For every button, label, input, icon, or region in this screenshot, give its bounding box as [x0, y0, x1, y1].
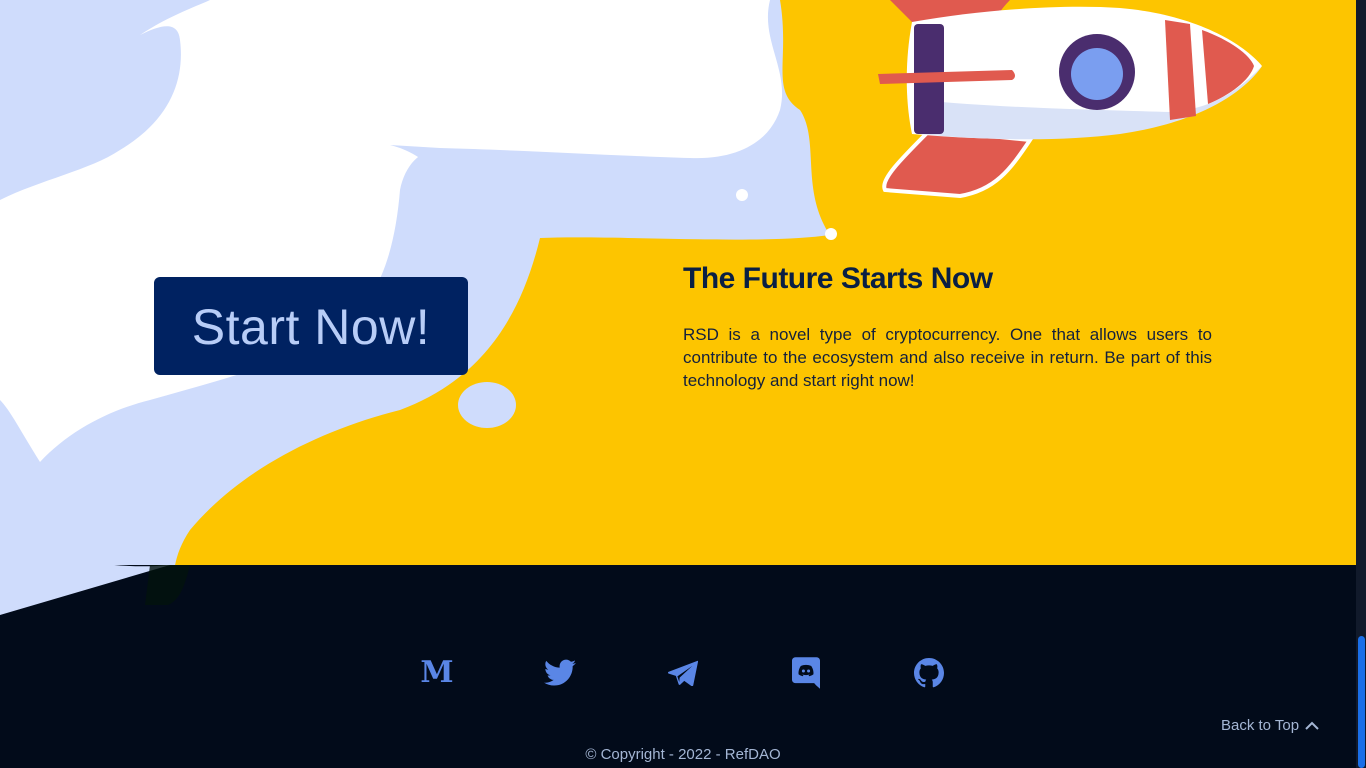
scrollbar[interactable] — [1356, 0, 1366, 768]
hero-title: The Future Starts Now — [683, 262, 993, 295]
smoke-bubble — [458, 382, 516, 428]
hero-section: Start Now! The Future Starts Now RSD is … — [0, 0, 1356, 565]
github-icon — [914, 658, 944, 688]
social-links: M — [0, 655, 1356, 691]
twitter-link[interactable] — [542, 655, 578, 691]
hero-description: RSD is a novel type of cryptocurrency. O… — [683, 325, 1212, 390]
chevron-up-icon — [1305, 721, 1319, 730]
scrollbar-thumb[interactable] — [1358, 636, 1365, 768]
start-now-button[interactable]: Start Now! — [154, 277, 468, 375]
telegram-link[interactable] — [665, 655, 701, 691]
copyright-text: © Copyright - 2022 - RefDAO — [585, 746, 781, 763]
discord-link[interactable] — [788, 655, 824, 691]
telegram-icon — [668, 660, 698, 686]
back-to-top-label: Back to Top — [1221, 717, 1300, 734]
github-link[interactable] — [911, 655, 947, 691]
medium-icon: M — [420, 655, 454, 690]
medium-link[interactable]: M — [419, 655, 455, 691]
twitter-icon — [544, 659, 576, 686]
discord-icon — [792, 657, 820, 689]
back-to-top-button[interactable]: Back to Top — [1221, 716, 1319, 736]
rocket — [878, 0, 1262, 199]
